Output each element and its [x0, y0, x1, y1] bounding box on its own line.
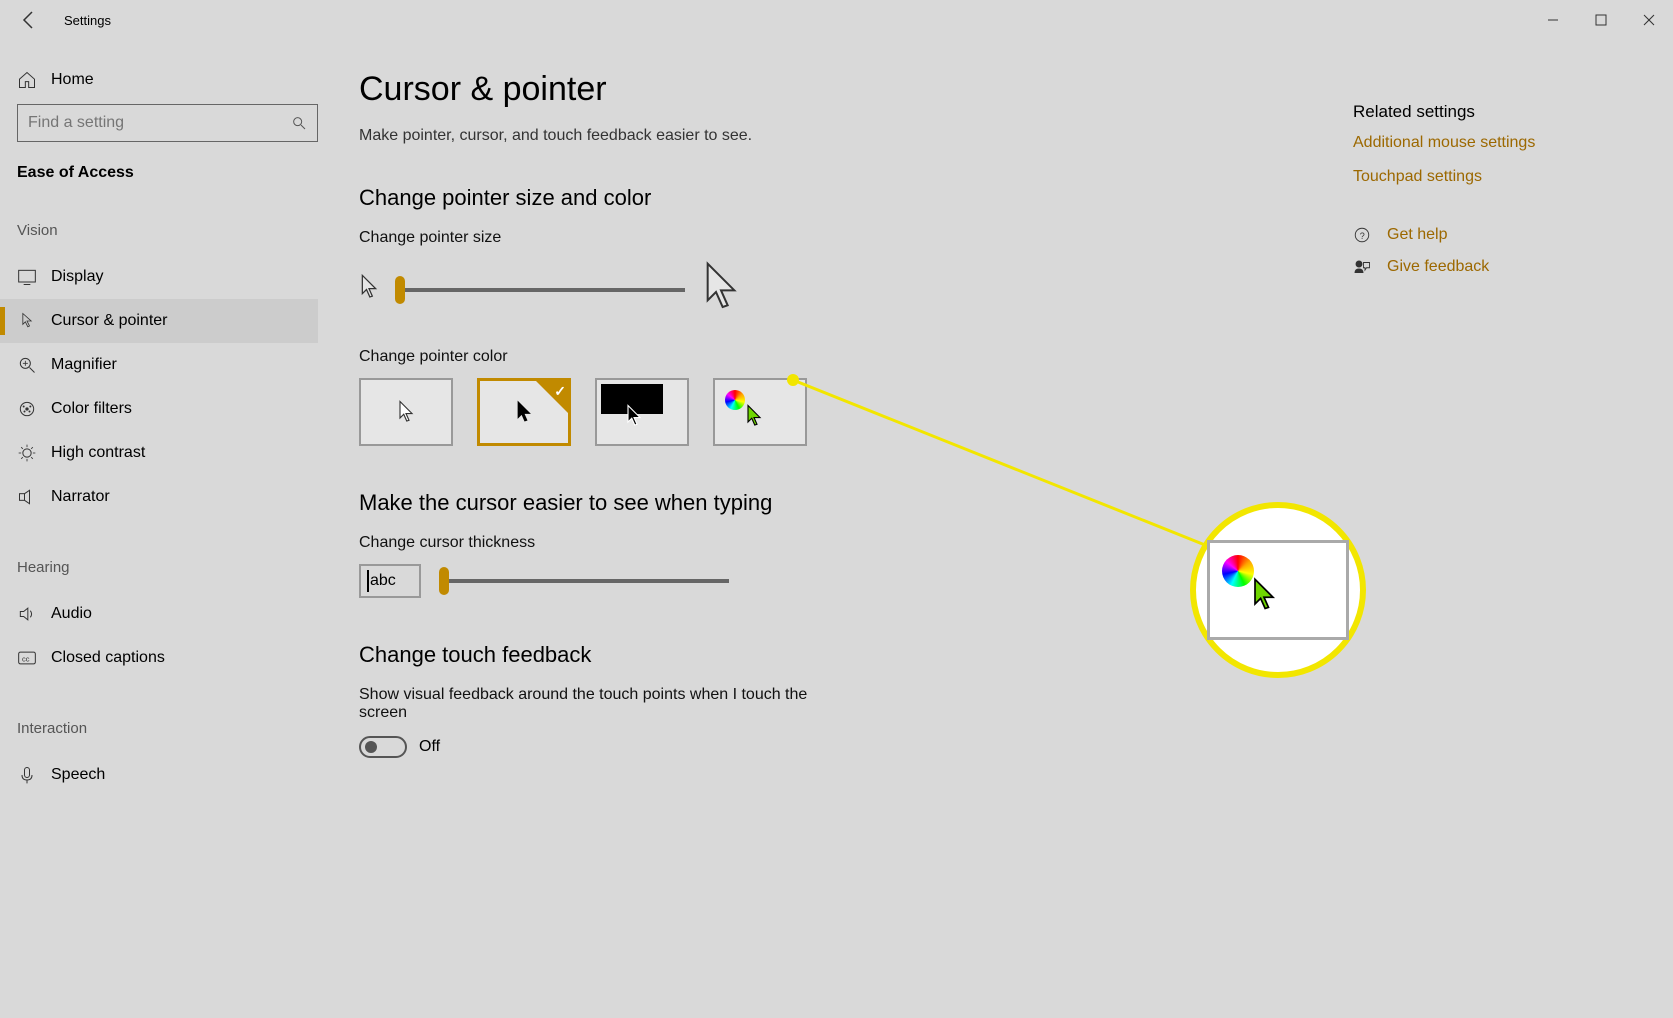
nav-label: Closed captions — [51, 649, 165, 667]
section-vision: Vision — [17, 222, 318, 239]
audio-icon — [17, 604, 37, 624]
nav-label: Speech — [51, 766, 105, 784]
pointer-color-custom[interactable] — [713, 378, 807, 446]
link-give-feedback[interactable]: Give feedback — [1387, 258, 1489, 276]
section-touch-feedback: Change touch feedback — [359, 642, 1649, 668]
nav-label: Cursor & pointer — [51, 312, 168, 330]
search-input[interactable] — [28, 114, 291, 132]
magnifier-icon — [17, 355, 37, 375]
selected-corner: ✓ — [536, 381, 568, 413]
arrow-left-icon — [18, 8, 42, 32]
sidebar-item-cursor-pointer[interactable]: Cursor & pointer — [0, 299, 318, 343]
sidebar-item-speech[interactable]: Speech — [0, 753, 318, 797]
pointer-large-preview — [701, 259, 741, 320]
section-cursor-typing: Make the cursor easier to see when typin… — [359, 490, 1649, 516]
section-hearing: Hearing — [17, 559, 318, 576]
slider-thumb[interactable] — [395, 276, 405, 304]
caret-icon — [367, 570, 369, 592]
thickness-preview: abc — [359, 564, 421, 598]
narrator-icon — [17, 487, 37, 507]
sidebar-item-display[interactable]: Display — [0, 255, 318, 299]
sidebar-item-magnifier[interactable]: Magnifier — [0, 343, 318, 387]
close-button[interactable] — [1625, 0, 1673, 40]
window-title: Settings — [64, 13, 111, 28]
display-icon — [17, 267, 37, 287]
sidebar-item-high-contrast[interactable]: High contrast — [0, 431, 318, 475]
pointer-color-white[interactable] — [359, 378, 453, 446]
pointer-color-black[interactable]: ✓ — [477, 378, 571, 446]
minimize-icon — [1547, 14, 1559, 26]
touch-feedback-toggle[interactable] — [359, 736, 407, 758]
maximize-button[interactable] — [1577, 0, 1625, 40]
slider-thumb[interactable] — [439, 567, 449, 595]
cursor-icon — [515, 400, 533, 424]
nav-label: Display — [51, 268, 103, 286]
nav-label: High contrast — [51, 444, 145, 462]
home-label: Home — [51, 71, 94, 89]
toggle-knob — [365, 741, 377, 753]
cursor-icon — [745, 404, 763, 428]
svg-text:cc: cc — [22, 654, 30, 663]
high-contrast-icon — [17, 443, 37, 463]
speech-icon — [17, 765, 37, 785]
help-icon: ? — [1353, 226, 1371, 244]
sidebar-category: Ease of Access — [17, 164, 318, 182]
callout-magnifier — [1190, 502, 1366, 678]
close-icon — [1643, 14, 1655, 26]
sidebar-item-color-filters[interactable]: Color filters — [0, 387, 318, 431]
cursor-icon — [397, 400, 415, 424]
touch-feedback-description: Show visual feedback around the touch po… — [359, 686, 819, 722]
pointer-small-preview — [359, 273, 379, 306]
sidebar-item-narrator[interactable]: Narrator — [0, 475, 318, 519]
callout-tile — [1207, 540, 1349, 640]
search-icon — [291, 115, 307, 131]
svg-text:?: ? — [1360, 231, 1365, 241]
link-touchpad-settings[interactable]: Touchpad settings — [1353, 168, 1613, 186]
sidebar-item-audio[interactable]: Audio — [0, 592, 318, 636]
nav-label: Color filters — [51, 400, 132, 418]
cursor-thickness-slider[interactable] — [439, 579, 729, 583]
pointer-color-label: Change pointer color — [359, 348, 1649, 366]
nav-label: Magnifier — [51, 356, 117, 374]
cursor-icon — [625, 404, 643, 428]
nav-label: Narrator — [51, 488, 110, 506]
section-interaction: Interaction — [17, 720, 318, 737]
pointer-color-inverted[interactable] — [595, 378, 689, 446]
toggle-state-label: Off — [419, 738, 440, 756]
feedback-icon — [1353, 258, 1371, 276]
color-filters-icon — [17, 399, 37, 419]
cursor-thickness-label: Change cursor thickness — [359, 534, 1649, 552]
back-button[interactable] — [18, 8, 42, 32]
pointer-size-slider[interactable] — [395, 288, 685, 292]
minimize-button[interactable] — [1529, 0, 1577, 40]
link-get-help[interactable]: Get help — [1387, 226, 1447, 244]
sidebar-item-closed-captions[interactable]: cc Closed captions — [0, 636, 318, 680]
check-icon: ✓ — [554, 383, 566, 400]
home-icon — [17, 70, 37, 90]
thickness-preview-text: abc — [370, 572, 396, 590]
nav-label: Audio — [51, 605, 92, 623]
cursor-icon — [1250, 577, 1278, 613]
related-header: Related settings — [1353, 102, 1613, 122]
link-additional-mouse-settings[interactable]: Additional mouse settings — [1353, 134, 1613, 152]
color-wheel-icon — [725, 390, 745, 410]
search-box[interactable] — [17, 104, 318, 142]
sidebar-home[interactable]: Home — [17, 64, 318, 104]
maximize-icon — [1595, 14, 1607, 26]
cursor-pointer-icon — [17, 311, 37, 331]
closed-captions-icon: cc — [17, 648, 37, 668]
